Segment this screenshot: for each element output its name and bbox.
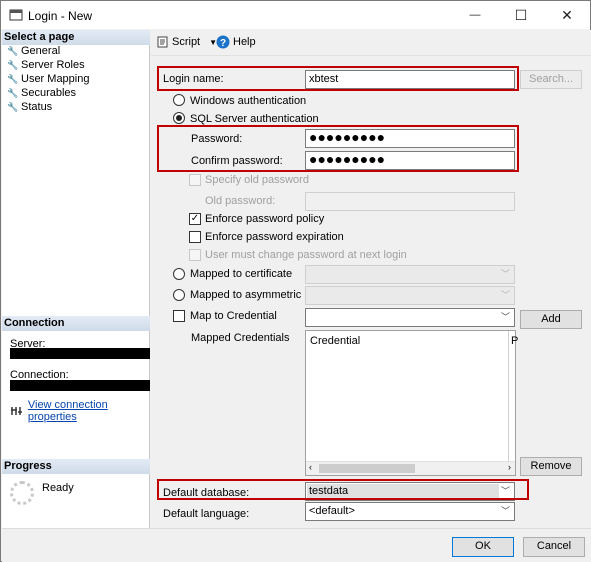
chevron-down-icon: ﹀ (500, 269, 510, 279)
scrollbar-thumb[interactable] (319, 464, 415, 473)
page-securables[interactable]: 🔧 Securables (7, 86, 76, 100)
page-status[interactable]: 🔧 Status (7, 100, 52, 114)
view-connection-properties-link[interactable]: View connection properties (28, 399, 149, 423)
minimize-icon: — (469, 9, 481, 21)
add-credential-button[interactable]: Add (520, 310, 582, 329)
connection-value-redacted (10, 380, 150, 391)
page-server-roles[interactable]: 🔧 Server Roles (7, 58, 85, 72)
chevron-down-icon: ﹀ (500, 290, 510, 300)
mapped-certificate-label: Mapped to certificate (190, 268, 293, 280)
windows-auth-label: Windows authentication (190, 95, 307, 107)
sql-auth-label: SQL Server authentication (190, 113, 319, 125)
svg-text:?: ? (220, 38, 226, 49)
page-securables-label: Securables (21, 87, 77, 99)
help-button[interactable]: ? Help (216, 35, 256, 49)
page-general-label: General (21, 45, 61, 57)
title-bar: Login - New — ☐ ✕ (1, 1, 590, 29)
mapped-credentials-grid[interactable]: Credential P ‹ › (305, 330, 519, 476)
wrench-icon: 🔧 (7, 46, 19, 56)
page-user-mapping[interactable]: 🔧 User Mapping (7, 72, 89, 86)
mapped-credentials-label: Mapped Credentials (191, 332, 290, 344)
remove-credential-button[interactable]: Remove (520, 457, 582, 476)
progress-spinner-icon (10, 481, 34, 505)
script-label: Script (172, 36, 201, 48)
page-user-mapping-label: User Mapping (21, 73, 90, 85)
window-title: Login - New (28, 9, 93, 23)
default-language-combo[interactable]: <default> ﹀ (305, 502, 515, 521)
map-credential-label: Map to Credential (190, 310, 277, 322)
connection-properties-icon (11, 407, 22, 415)
dialog-footer: OK Cancel (2, 528, 591, 562)
grid-header-provider: P (511, 335, 519, 347)
minimize-button[interactable]: — (452, 1, 498, 29)
certificate-combo[interactable]: ﹀ (305, 265, 515, 284)
cancel-button[interactable]: Cancel (523, 537, 585, 557)
mapped-asym-key-label: Mapped to asymmetric key (190, 289, 322, 301)
specify-old-password-checkbox[interactable] (189, 174, 201, 186)
enforce-expiration-label: Enforce password expiration (205, 231, 344, 243)
login-window-icon (9, 9, 23, 21)
select-page-header: Select a page (2, 30, 150, 45)
sql-auth-radio[interactable] (173, 112, 185, 124)
chevron-down-icon: ﹀ (500, 312, 510, 322)
map-credential-checkbox[interactable] (173, 310, 185, 322)
enforce-policy-checkbox[interactable]: ✓ (189, 213, 201, 225)
default-language-value: <default> (309, 505, 355, 517)
grid-column-divider (508, 331, 509, 461)
old-password-input[interactable] (305, 192, 515, 211)
must-change-checkbox[interactable] (189, 249, 201, 261)
chevron-down-icon: ﹀ (500, 506, 510, 516)
script-icon (157, 36, 168, 48)
ok-button[interactable]: OK (452, 537, 514, 557)
close-button[interactable]: ✕ (544, 1, 590, 29)
grid-header-credential: Credential (310, 335, 361, 347)
progress-status: Ready (42, 482, 74, 494)
maximize-button[interactable]: ☐ (498, 1, 544, 29)
wrench-icon: 🔧 (7, 60, 19, 70)
left-pane: Select a page 🔧 General 🔧 Server Roles 🔧… (2, 30, 150, 528)
scroll-right-icon[interactable]: › (508, 462, 511, 472)
server-value-redacted (10, 348, 150, 359)
mapped-certificate-radio[interactable] (173, 268, 185, 280)
wrench-icon: 🔧 (7, 88, 19, 98)
scroll-left-icon[interactable]: ‹ (309, 462, 312, 472)
toolbar: Script ▼ ? Help (151, 30, 591, 56)
old-password-label: Old password: (205, 195, 276, 207)
page-server-roles-label: Server Roles (21, 59, 85, 71)
mapped-asym-key-radio[interactable] (173, 289, 185, 301)
default-language-label: Default language: (163, 508, 250, 520)
grid-horizontal-scrollbar[interactable]: ‹ › (306, 461, 515, 475)
script-button[interactable]: Script ▼ (157, 36, 217, 48)
wrench-icon: 🔧 (7, 74, 19, 84)
maximize-icon: ☐ (514, 6, 528, 23)
close-icon: ✕ (561, 6, 573, 23)
enforce-policy-label: Enforce password policy (205, 213, 325, 225)
specify-old-password-label: Specify old password (205, 174, 309, 186)
help-label: Help (233, 36, 256, 48)
checkmark-icon: ✓ (190, 213, 200, 224)
progress-header: Progress (2, 459, 150, 474)
wrench-icon: 🔧 (7, 102, 19, 112)
help-icon: ? (216, 35, 230, 49)
windows-auth-radio[interactable] (173, 94, 185, 106)
password-highlight (157, 125, 519, 172)
default-database-highlight (157, 479, 529, 500)
login-name-highlight (157, 66, 519, 91)
page-status-label: Status (21, 101, 53, 113)
credential-combo[interactable]: ﹀ (305, 308, 515, 327)
enforce-expiration-checkbox[interactable] (189, 231, 201, 243)
must-change-label: User must change password at next login (205, 249, 407, 261)
login-new-window: Login - New — ☐ ✕ Select a page 🔧 Genera… (0, 0, 591, 562)
connection-header: Connection (2, 316, 150, 331)
page-general[interactable]: 🔧 General (7, 44, 60, 58)
asym-key-combo[interactable]: ﹀ (305, 286, 515, 305)
search-button[interactable]: Search... (520, 70, 582, 89)
view-connection-properties[interactable]: View connection properties (10, 399, 149, 423)
